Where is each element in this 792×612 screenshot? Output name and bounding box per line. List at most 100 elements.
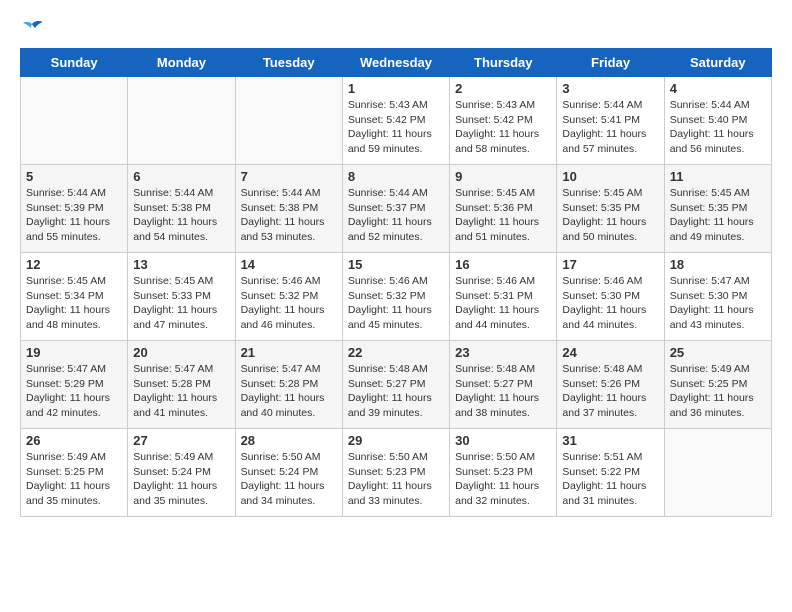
calendar-week-row: 12 Sunrise: 5:45 AM Sunset: 5:34 PM Dayli… bbox=[21, 253, 772, 341]
day-info: Sunrise: 5:44 AM Sunset: 5:37 PM Dayligh… bbox=[348, 186, 444, 245]
calendar-day-cell: 11 Sunrise: 5:45 AM Sunset: 5:35 PM Dayli… bbox=[664, 165, 771, 253]
day-number: 6 bbox=[133, 169, 229, 184]
day-info: Sunrise: 5:47 AM Sunset: 5:28 PM Dayligh… bbox=[133, 362, 229, 421]
calendar-day-cell: 3 Sunrise: 5:44 AM Sunset: 5:41 PM Daylig… bbox=[557, 77, 664, 165]
day-info: Sunrise: 5:45 AM Sunset: 5:36 PM Dayligh… bbox=[455, 186, 551, 245]
day-info: Sunrise: 5:44 AM Sunset: 5:40 PM Dayligh… bbox=[670, 98, 766, 157]
calendar-day-cell bbox=[664, 429, 771, 517]
day-number: 12 bbox=[26, 257, 122, 272]
day-number: 28 bbox=[241, 433, 337, 448]
calendar-day-cell bbox=[21, 77, 128, 165]
day-of-week-header: Sunday bbox=[21, 49, 128, 77]
day-info: Sunrise: 5:46 AM Sunset: 5:32 PM Dayligh… bbox=[348, 274, 444, 333]
day-number: 13 bbox=[133, 257, 229, 272]
calendar-day-cell: 17 Sunrise: 5:46 AM Sunset: 5:30 PM Dayli… bbox=[557, 253, 664, 341]
calendar-day-cell: 22 Sunrise: 5:48 AM Sunset: 5:27 PM Dayli… bbox=[342, 341, 449, 429]
day-of-week-header: Thursday bbox=[450, 49, 557, 77]
day-number: 5 bbox=[26, 169, 122, 184]
day-number: 15 bbox=[348, 257, 444, 272]
day-number: 16 bbox=[455, 257, 551, 272]
calendar-day-cell bbox=[128, 77, 235, 165]
calendar-day-cell: 8 Sunrise: 5:44 AM Sunset: 5:37 PM Daylig… bbox=[342, 165, 449, 253]
day-info: Sunrise: 5:49 AM Sunset: 5:24 PM Dayligh… bbox=[133, 450, 229, 509]
day-info: Sunrise: 5:45 AM Sunset: 5:35 PM Dayligh… bbox=[562, 186, 658, 245]
day-info: Sunrise: 5:44 AM Sunset: 5:39 PM Dayligh… bbox=[26, 186, 122, 245]
calendar-day-cell: 23 Sunrise: 5:48 AM Sunset: 5:27 PM Dayli… bbox=[450, 341, 557, 429]
day-number: 22 bbox=[348, 345, 444, 360]
calendar-week-row: 26 Sunrise: 5:49 AM Sunset: 5:25 PM Dayli… bbox=[21, 429, 772, 517]
day-info: Sunrise: 5:47 AM Sunset: 5:30 PM Dayligh… bbox=[670, 274, 766, 333]
day-info: Sunrise: 5:44 AM Sunset: 5:41 PM Dayligh… bbox=[562, 98, 658, 157]
day-info: Sunrise: 5:50 AM Sunset: 5:24 PM Dayligh… bbox=[241, 450, 337, 509]
calendar-table: SundayMondayTuesdayWednesdayThursdayFrid… bbox=[20, 48, 772, 517]
day-info: Sunrise: 5:49 AM Sunset: 5:25 PM Dayligh… bbox=[670, 362, 766, 421]
day-of-week-header: Monday bbox=[128, 49, 235, 77]
day-info: Sunrise: 5:45 AM Sunset: 5:34 PM Dayligh… bbox=[26, 274, 122, 333]
day-number: 4 bbox=[670, 81, 766, 96]
day-number: 30 bbox=[455, 433, 551, 448]
day-of-week-header: Wednesday bbox=[342, 49, 449, 77]
day-of-week-header: Friday bbox=[557, 49, 664, 77]
day-info: Sunrise: 5:44 AM Sunset: 5:38 PM Dayligh… bbox=[241, 186, 337, 245]
day-number: 24 bbox=[562, 345, 658, 360]
day-number: 29 bbox=[348, 433, 444, 448]
day-info: Sunrise: 5:45 AM Sunset: 5:35 PM Dayligh… bbox=[670, 186, 766, 245]
calendar-day-cell: 2Sunrise: 5:43 AM Sunset: 5:42 PM Daylig… bbox=[450, 77, 557, 165]
day-info: Sunrise: 5:47 AM Sunset: 5:28 PM Dayligh… bbox=[241, 362, 337, 421]
calendar-day-cell: 20 Sunrise: 5:47 AM Sunset: 5:28 PM Dayli… bbox=[128, 341, 235, 429]
day-number: 9 bbox=[455, 169, 551, 184]
day-number: 18 bbox=[670, 257, 766, 272]
calendar-day-cell: 15 Sunrise: 5:46 AM Sunset: 5:32 PM Dayli… bbox=[342, 253, 449, 341]
page-header bbox=[20, 20, 772, 38]
logo-bird-icon bbox=[21, 20, 43, 38]
calendar-week-row: 19Sunrise: 5:47 AM Sunset: 5:29 PM Dayli… bbox=[21, 341, 772, 429]
day-info: Sunrise: 5:50 AM Sunset: 5:23 PM Dayligh… bbox=[348, 450, 444, 509]
calendar-day-cell: 7 Sunrise: 5:44 AM Sunset: 5:38 PM Daylig… bbox=[235, 165, 342, 253]
day-number: 8 bbox=[348, 169, 444, 184]
day-info: Sunrise: 5:44 AM Sunset: 5:38 PM Dayligh… bbox=[133, 186, 229, 245]
day-info: Sunrise: 5:43 AM Sunset: 5:42 PM Dayligh… bbox=[348, 98, 444, 157]
calendar-day-cell: 27 Sunrise: 5:49 AM Sunset: 5:24 PM Dayli… bbox=[128, 429, 235, 517]
logo bbox=[20, 20, 44, 38]
day-of-week-header: Tuesday bbox=[235, 49, 342, 77]
day-info: Sunrise: 5:46 AM Sunset: 5:30 PM Dayligh… bbox=[562, 274, 658, 333]
calendar-day-cell: 6 Sunrise: 5:44 AM Sunset: 5:38 PM Daylig… bbox=[128, 165, 235, 253]
day-number: 27 bbox=[133, 433, 229, 448]
calendar-day-cell: 25Sunrise: 5:49 AM Sunset: 5:25 PM Dayli… bbox=[664, 341, 771, 429]
day-info: Sunrise: 5:48 AM Sunset: 5:27 PM Dayligh… bbox=[455, 362, 551, 421]
calendar-day-cell: 16 Sunrise: 5:46 AM Sunset: 5:31 PM Dayli… bbox=[450, 253, 557, 341]
day-number: 20 bbox=[133, 345, 229, 360]
day-number: 3 bbox=[562, 81, 658, 96]
day-info: Sunrise: 5:46 AM Sunset: 5:32 PM Dayligh… bbox=[241, 274, 337, 333]
calendar-day-cell: 9 Sunrise: 5:45 AM Sunset: 5:36 PM Daylig… bbox=[450, 165, 557, 253]
day-info: Sunrise: 5:51 AM Sunset: 5:22 PM Dayligh… bbox=[562, 450, 658, 509]
day-info: Sunrise: 5:49 AM Sunset: 5:25 PM Dayligh… bbox=[26, 450, 122, 509]
day-number: 23 bbox=[455, 345, 551, 360]
day-number: 21 bbox=[241, 345, 337, 360]
calendar-week-row: 1Sunrise: 5:43 AM Sunset: 5:42 PM Daylig… bbox=[21, 77, 772, 165]
calendar-day-cell: 18 Sunrise: 5:47 AM Sunset: 5:30 PM Dayli… bbox=[664, 253, 771, 341]
day-info: Sunrise: 5:46 AM Sunset: 5:31 PM Dayligh… bbox=[455, 274, 551, 333]
day-number: 31 bbox=[562, 433, 658, 448]
calendar-day-cell: 19Sunrise: 5:47 AM Sunset: 5:29 PM Dayli… bbox=[21, 341, 128, 429]
day-info: Sunrise: 5:50 AM Sunset: 5:23 PM Dayligh… bbox=[455, 450, 551, 509]
calendar-day-cell: 4 Sunrise: 5:44 AM Sunset: 5:40 PM Daylig… bbox=[664, 77, 771, 165]
day-info: Sunrise: 5:48 AM Sunset: 5:27 PM Dayligh… bbox=[348, 362, 444, 421]
day-info: Sunrise: 5:48 AM Sunset: 5:26 PM Dayligh… bbox=[562, 362, 658, 421]
day-info: Sunrise: 5:43 AM Sunset: 5:42 PM Dayligh… bbox=[455, 98, 551, 157]
day-number: 11 bbox=[670, 169, 766, 184]
calendar-day-cell: 21 Sunrise: 5:47 AM Sunset: 5:28 PM Dayli… bbox=[235, 341, 342, 429]
calendar-day-cell bbox=[235, 77, 342, 165]
calendar-day-cell: 1Sunrise: 5:43 AM Sunset: 5:42 PM Daylig… bbox=[342, 77, 449, 165]
day-number: 7 bbox=[241, 169, 337, 184]
calendar-header-row: SundayMondayTuesdayWednesdayThursdayFrid… bbox=[21, 49, 772, 77]
calendar-day-cell: 31 Sunrise: 5:51 AM Sunset: 5:22 PM Dayli… bbox=[557, 429, 664, 517]
day-number: 26 bbox=[26, 433, 122, 448]
calendar-week-row: 5 Sunrise: 5:44 AM Sunset: 5:39 PM Daylig… bbox=[21, 165, 772, 253]
calendar-day-cell: 12 Sunrise: 5:45 AM Sunset: 5:34 PM Dayli… bbox=[21, 253, 128, 341]
day-number: 10 bbox=[562, 169, 658, 184]
day-info: Sunrise: 5:47 AM Sunset: 5:29 PM Dayligh… bbox=[26, 362, 122, 421]
calendar-day-cell: 13Sunrise: 5:45 AM Sunset: 5:33 PM Dayli… bbox=[128, 253, 235, 341]
day-number: 17 bbox=[562, 257, 658, 272]
day-of-week-header: Saturday bbox=[664, 49, 771, 77]
